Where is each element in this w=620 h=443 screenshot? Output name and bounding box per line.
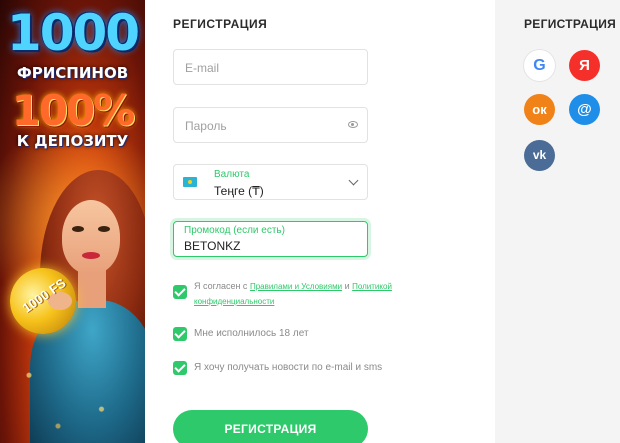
terms-checkbox[interactable] [173, 285, 187, 299]
kazakhstan-flag-icon [183, 177, 197, 187]
promo-code-value: BETONKZ [184, 239, 241, 253]
google-icon[interactable]: G [524, 50, 555, 81]
illustration-neck [78, 268, 106, 308]
terms-link[interactable]: Правилами и Условиями [250, 282, 342, 291]
illustration-eye-left [72, 226, 84, 232]
yandex-icon[interactable]: Я [569, 50, 600, 81]
illustration-face [62, 200, 120, 274]
illustration-eye-right [98, 226, 110, 232]
terms-and: и [342, 281, 353, 291]
age-text: Мне исполнилось 18 лет [194, 328, 309, 339]
email-placeholder: E-mail [185, 61, 220, 75]
mail-ru-icon[interactable]: @ [569, 94, 600, 125]
banner-deposit-percent: 100% [11, 86, 136, 135]
illustration-lips [82, 252, 100, 259]
sparkles [0, 330, 145, 443]
password-field[interactable]: Пароль [173, 107, 368, 143]
terms-prefix: Я согласен с [194, 281, 250, 291]
currency-select[interactable]: Валюта Теңге (₸) [173, 164, 368, 200]
banner-freespins-number: 1000 [6, 4, 140, 62]
register-button[interactable]: РЕГИСТРАЦИЯ [173, 410, 368, 443]
promo-banner[interactable]: 1000 FS 1000 ФРИСПИНОВ 100% К ДЕПОЗИТУ [0, 0, 145, 443]
vk-icon[interactable]: vk [524, 140, 555, 171]
promo-code-field[interactable]: Промокод (если есть) BETONKZ [173, 221, 368, 257]
banner-freespins-label: ФРИСПИНОВ [16, 64, 129, 82]
odnoklassniki-icon[interactable]: ок [524, 94, 555, 125]
form-title: РЕГИСТРАЦИЯ [173, 17, 268, 31]
currency-label: Валюта [214, 169, 250, 180]
social-registration-panel: РЕГИСТРАЦИЯ G Я ок @ vk [495, 0, 620, 443]
promo-code-label: Промокод (если есть) [184, 225, 285, 236]
registration-form: РЕГИСТРАЦИЯ E-mail Пароль Валюта Теңге (… [145, 0, 495, 443]
news-checkbox[interactable] [173, 361, 187, 375]
banner-deposit-label: К ДЕПОЗИТУ [16, 132, 129, 150]
age-checkbox[interactable] [173, 327, 187, 341]
currency-value: Теңге (₸) [214, 184, 264, 198]
email-field[interactable]: E-mail [173, 49, 368, 85]
password-placeholder: Пароль [185, 119, 227, 133]
eye-icon[interactable] [348, 121, 358, 128]
news-text: Я хочу получать новости по e-mail и sms [194, 362, 383, 373]
chevron-down-icon [348, 175, 359, 186]
terms-text: Я согласен с Правилами и Условиями и Пол… [194, 279, 444, 309]
social-title: РЕГИСТРАЦИЯ [524, 17, 617, 31]
